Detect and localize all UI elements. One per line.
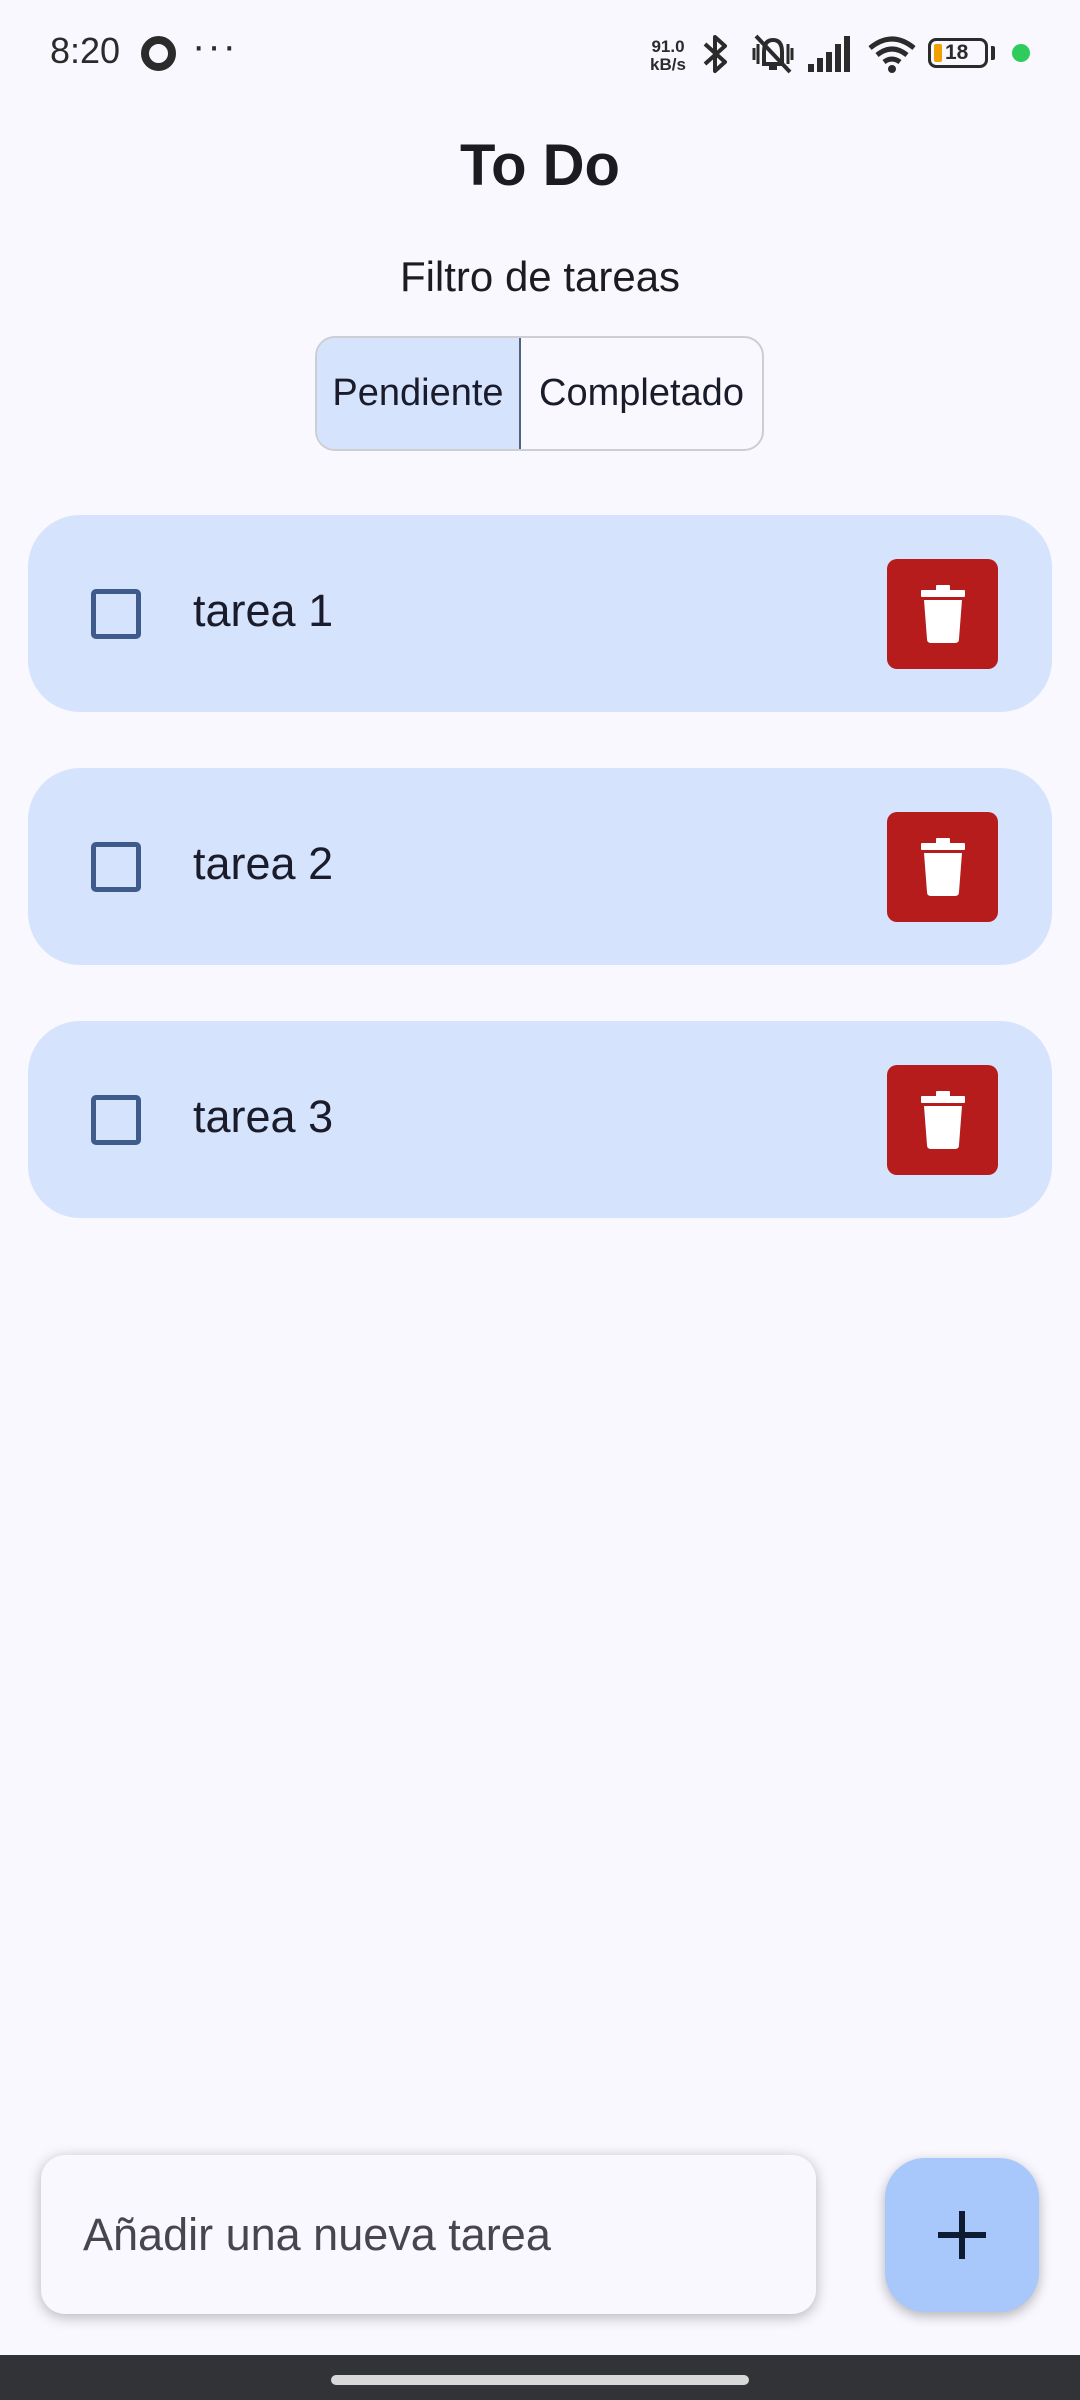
task-checkbox[interactable] — [91, 1095, 141, 1145]
task-list: tarea 1 tarea 2 tarea 3 — [28, 515, 1052, 1274]
system-navigation-bar — [0, 2355, 1080, 2400]
more-notifications-icon: ··· — [192, 24, 238, 68]
filter-completed-button[interactable]: Completado — [521, 338, 762, 449]
status-bar: 8:20 ··· 91.0 kB/s 18 — [0, 0, 1080, 108]
battery-icon: 18 — [928, 38, 988, 68]
task-label: tarea 3 — [193, 1091, 334, 1142]
bluetooth-icon — [703, 35, 727, 73]
home-gesture-handle[interactable] — [331, 2375, 749, 2385]
network-speed-value: 91.0 — [651, 37, 685, 56]
page-title: To Do — [460, 133, 620, 198]
battery-percent: 18 — [945, 41, 969, 64]
wifi-icon — [868, 36, 916, 73]
network-speed-unit: kB/s — [650, 55, 686, 74]
todo-app-screen: 8:20 ··· 91.0 kB/s 18 To Do Filtro de ta… — [0, 0, 1080, 2400]
battery-level — [934, 44, 942, 62]
delete-task-button[interactable] — [887, 559, 998, 669]
status-time: 8:20 — [50, 30, 121, 71]
filter-label: Filtro de tareas — [399, 253, 681, 300]
task-filter-segmented-button: Pendiente Completado — [315, 336, 764, 451]
vibrate-mute-icon — [752, 34, 794, 74]
task-item: tarea 1 — [28, 515, 1052, 712]
battery-cap — [991, 46, 995, 60]
task-checkbox[interactable] — [91, 842, 141, 892]
trash-icon — [920, 585, 965, 643]
task-item: tarea 3 — [28, 1021, 1052, 1218]
plus-icon — [938, 2211, 986, 2259]
delete-task-button[interactable] — [887, 1065, 998, 1175]
privacy-dot-icon — [1012, 44, 1030, 62]
filter-pending-button[interactable]: Pendiente — [317, 338, 521, 449]
network-speed: 91.0 kB/s — [646, 38, 690, 74]
task-checkbox[interactable] — [91, 589, 141, 639]
task-label: tarea 1 — [193, 585, 334, 636]
signal-icon — [808, 36, 850, 72]
task-item: tarea 2 — [28, 768, 1052, 965]
record-icon — [141, 36, 176, 71]
trash-icon — [920, 838, 965, 896]
task-label: tarea 2 — [193, 838, 334, 889]
delete-task-button[interactable] — [887, 812, 998, 922]
trash-icon — [920, 1091, 965, 1149]
new-task-input[interactable] — [41, 2155, 816, 2314]
add-task-button[interactable] — [885, 2158, 1039, 2312]
